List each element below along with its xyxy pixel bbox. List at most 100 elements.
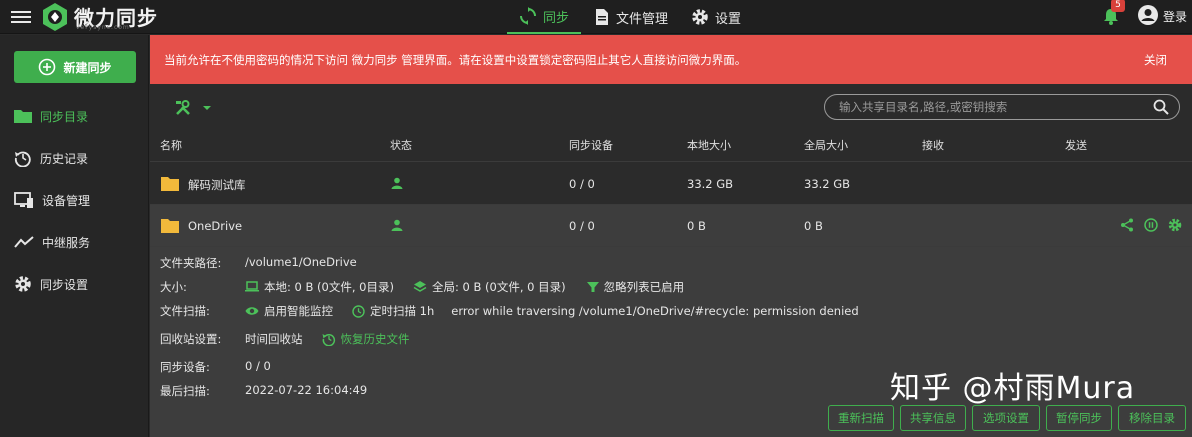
- pause-sync-button[interactable]: 暂停同步: [1046, 405, 1112, 431]
- sidebar-item-label: 设备管理: [42, 193, 91, 208]
- col-devices: 同步设备: [569, 139, 613, 152]
- size-local: 本地: 0 B (0文件, 0目录): [264, 280, 394, 294]
- gear-icon: [15, 276, 31, 292]
- tab-sync[interactable]: 同步: [507, 0, 582, 34]
- col-status: 状态: [390, 139, 412, 152]
- share-icon[interactable]: [1120, 218, 1134, 232]
- path-label: 文件夹路径:: [160, 256, 222, 270]
- history-icon: [322, 334, 335, 346]
- filter-icon: [586, 282, 599, 292]
- sidebar-item-label: 同步目录: [40, 109, 89, 124]
- table-header: 名称 状态 同步设备 本地大小 全局大小 接收 发送: [150, 126, 1192, 162]
- table-row[interactable]: OneDrive 0 / 0 0 B 0 B: [150, 205, 1192, 247]
- login-link[interactable]: 登录: [1163, 8, 1187, 25]
- new-sync-button[interactable]: 新建同步: [14, 51, 136, 83]
- col-send: 发送: [1065, 139, 1087, 152]
- folder-icon: [161, 177, 179, 191]
- search-icon[interactable]: [1153, 99, 1169, 115]
- gear-icon: [692, 9, 708, 25]
- sidebar-item-history[interactable]: 历史记录: [14, 148, 88, 168]
- restore-history-link[interactable]: 恢复历史文件: [322, 331, 410, 347]
- size-global: 全局: 0 B (0文件, 0 目录): [431, 280, 566, 294]
- search-input[interactable]: [839, 98, 1139, 116]
- relay-icon: [14, 236, 34, 248]
- tab-file-manager[interactable]: 文件管理: [594, 0, 668, 34]
- row-name: OneDrive: [188, 219, 243, 233]
- last-scan-label: 最后扫描:: [160, 384, 210, 398]
- tab-sync-label: 同步: [543, 10, 570, 26]
- sidebar-item-relay[interactable]: 中继服务: [14, 232, 90, 252]
- sync-icon: [520, 7, 536, 25]
- ignore-list: 忽略列表已启用: [603, 280, 685, 294]
- plus-circle-icon: [39, 58, 56, 76]
- remove-folder-button[interactable]: 移除目录: [1118, 405, 1186, 431]
- folder-icon: [161, 219, 179, 233]
- scan-watch: 启用智能监控: [264, 304, 333, 318]
- sidebar: 新建同步 同步目录 历史记录 设备管理 中继服务 同步设置: [0, 35, 149, 437]
- size-label: 大小:: [160, 280, 187, 294]
- devices-value: 0 / 0: [245, 359, 271, 373]
- top-bar: 微力同步 verysync.com 同步 文件管理 设置 5 登录: [0, 0, 1192, 34]
- layers-icon: [413, 281, 427, 292]
- sidebar-item-label: 同步设置: [40, 277, 89, 292]
- file-icon: [596, 9, 608, 25]
- col-global-size: 全局大小: [804, 139, 848, 152]
- col-name: 名称: [160, 139, 182, 152]
- watermark: 知乎 @村雨Mura: [890, 371, 1136, 406]
- path-value: /volume1/OneDrive: [245, 255, 357, 269]
- devices-label: 同步设备:: [160, 360, 210, 374]
- share-info-button[interactable]: 共享信息: [900, 405, 966, 431]
- sidebar-item-label: 中继服务: [42, 235, 91, 250]
- row-global-size: 33.2 GB: [804, 177, 851, 191]
- restore-history-label: 恢复历史文件: [340, 332, 410, 346]
- row-devices: 0 / 0: [569, 177, 595, 191]
- tab-file-manager-label: 文件管理: [616, 11, 669, 27]
- user-status-icon: [391, 219, 403, 231]
- clock-icon: [352, 304, 365, 318]
- scan-label: 文件扫描:: [160, 304, 210, 318]
- table-row[interactable]: 解码测试库 0 / 0 33.2 GB 33.2 GB: [150, 163, 1192, 205]
- pause-icon[interactable]: [1144, 218, 1158, 232]
- last-scan-value: 2022-07-22 16:04:49: [245, 383, 368, 397]
- laptop-icon: [245, 281, 259, 292]
- rescan-button[interactable]: 重新扫描: [828, 405, 894, 431]
- size-values: 本地: 0 B (0文件, 0目录) 全局: 0 B (0文件, 0 目录) 忽…: [245, 279, 684, 295]
- scan-error: error while traversing /volume1/OneDrive…: [451, 304, 859, 318]
- sidebar-item-label: 历史记录: [40, 151, 89, 166]
- notification-badge: 5: [1111, 0, 1125, 12]
- row-local-size: 0 B: [687, 219, 706, 233]
- alert-close-button[interactable]: 关闭: [1144, 52, 1167, 68]
- row-actions: [1120, 218, 1182, 232]
- new-sync-label: 新建同步: [63, 60, 112, 75]
- tab-settings[interactable]: 设置: [691, 0, 741, 34]
- tools-dropdown[interactable]: [174, 99, 212, 117]
- tab-settings-label: 设置: [715, 11, 742, 27]
- col-local-size: 本地大小: [687, 139, 731, 152]
- menu-icon[interactable]: [11, 8, 31, 26]
- user-icon[interactable]: [1137, 4, 1159, 26]
- col-receive: 接收: [922, 139, 944, 152]
- recycle-values: 时间回收站 恢复历史文件: [245, 331, 410, 347]
- security-alert: 当前允许在不使用密码的情况下访问 微力同步 管理界面。请在设置中设置锁定密码阻止…: [150, 35, 1192, 84]
- alert-message: 当前允许在不使用密码的情况下访问 微力同步 管理界面。请在设置中设置锁定密码阻止…: [164, 53, 747, 67]
- eye-icon: [245, 307, 259, 315]
- history-icon: [14, 151, 31, 167]
- row-name: 解码测试库: [188, 178, 246, 192]
- row-devices: 0 / 0: [569, 219, 595, 233]
- tools-icon: [176, 100, 190, 115]
- gear-icon[interactable]: [1168, 218, 1182, 232]
- sidebar-item-sync-settings[interactable]: 同步设置: [14, 274, 88, 294]
- user-status-icon: [391, 177, 403, 189]
- app-subtitle: verysync.com: [76, 24, 130, 31]
- scan-values: 启用智能监控 定时扫描 1h error while traversing /v…: [245, 303, 859, 319]
- row-global-size: 0 B: [804, 219, 823, 233]
- scan-timer: 定时扫描 1h: [370, 304, 435, 318]
- options-button[interactable]: 选项设置: [972, 405, 1040, 431]
- recycle-label: 回收站设置:: [160, 332, 222, 346]
- folder-icon: [14, 110, 32, 123]
- row-local-size: 33.2 GB: [687, 177, 734, 191]
- device-icon: [14, 192, 33, 208]
- caret-down-icon: [203, 106, 211, 110]
- sidebar-item-sync-folders[interactable]: 同步目录: [14, 106, 88, 126]
- sidebar-item-devices[interactable]: 设备管理: [14, 190, 90, 210]
